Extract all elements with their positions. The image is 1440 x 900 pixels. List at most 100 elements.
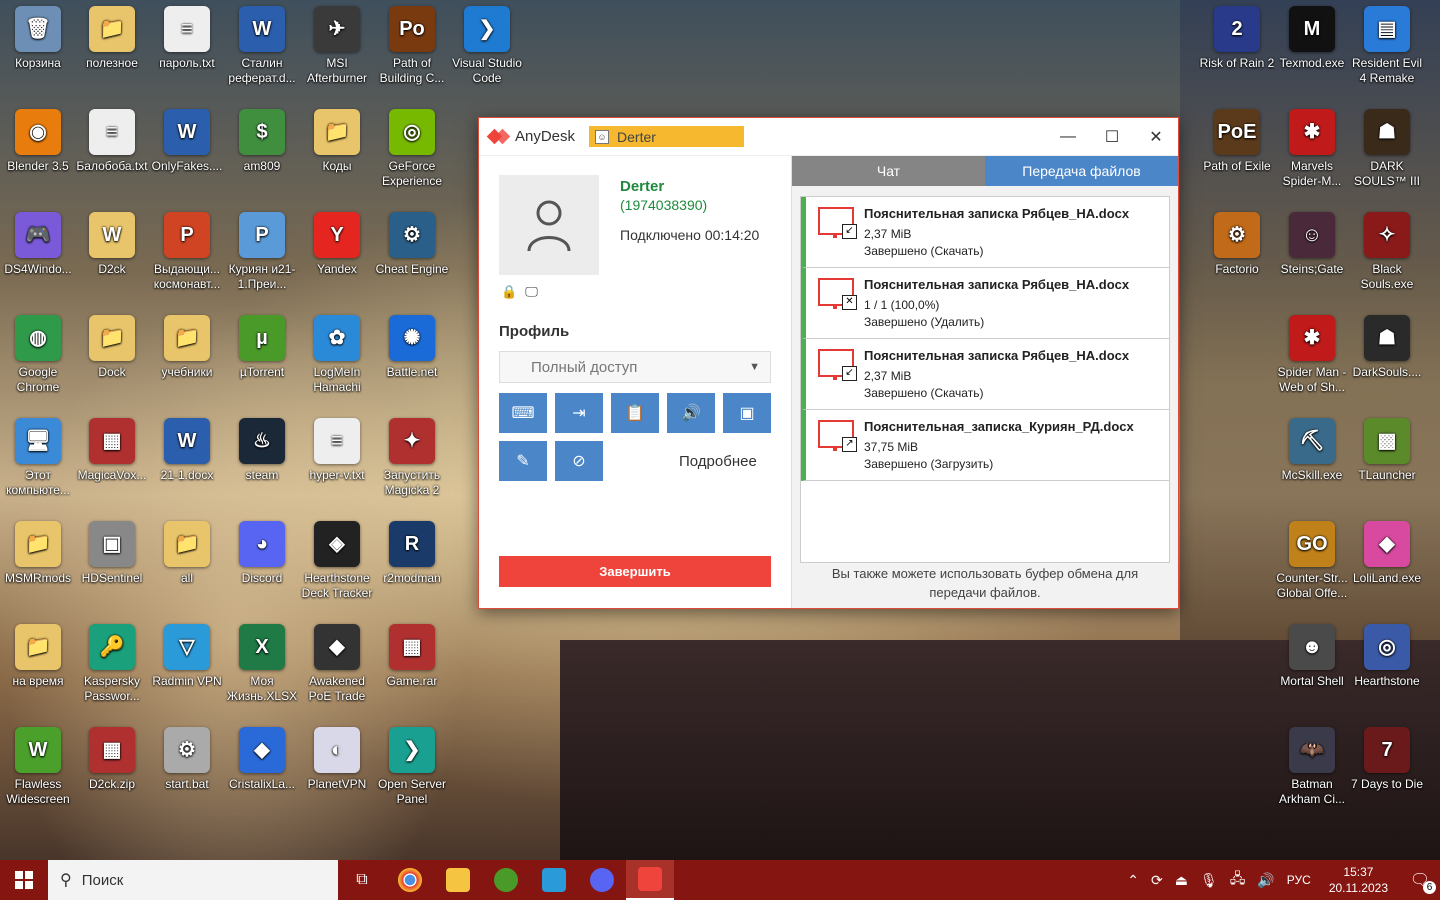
desktop-icon[interactable]: 🖥 Этот компьюте...	[0, 412, 76, 512]
language-indicator[interactable]: РУС	[1287, 873, 1311, 887]
desktop-icon[interactable]: ☗ DARK SOULS™ III	[1349, 103, 1425, 203]
file-transfer-item[interactable]: ✕ Пояснительная записка Рябцев_НА.docx 1 /…	[801, 268, 1169, 339]
desktop-icon[interactable]: 7 7 Days to Die	[1349, 721, 1425, 821]
desktop-icon[interactable]: ⚙ Cheat Engine	[374, 206, 450, 306]
minimize-button[interactable]: —	[1046, 118, 1090, 155]
desktop-icon[interactable]: P Выдающи... космонавт...	[149, 206, 225, 306]
keyboard-button[interactable]: ⌨	[499, 393, 547, 433]
desktop-icon[interactable]: 🦇 Batman Arkham Ci...	[1274, 721, 1350, 821]
desktop-icon[interactable]: ✿ LogMeIn Hamachi	[299, 309, 375, 409]
desktop-icon[interactable]: Rr2modman	[374, 515, 450, 615]
clock[interactable]: 15:37 20.11.2023	[1329, 864, 1388, 896]
desktop-icon[interactable]: ❯ Open Server Panel	[374, 721, 450, 821]
file-status[interactable]: Завершено (Скачать)	[864, 386, 983, 400]
desktop-icon[interactable]: 📁 all	[149, 515, 225, 615]
task-view-button[interactable]: ⧉	[338, 860, 386, 900]
desktop-icon[interactable]: ✧ Black Souls.exe	[1349, 206, 1425, 306]
desktop-icon[interactable]: GO Counter-Str... Global Offe...	[1274, 515, 1350, 615]
volume-icon[interactable]: 🔊	[1257, 872, 1274, 889]
maximize-button[interactable]: ☐	[1090, 118, 1134, 155]
desktop-icon[interactable]: Y Yandex	[299, 206, 375, 306]
chevron-up-icon[interactable]: ⌃	[1127, 872, 1139, 889]
desktop-icon[interactable]: µ µTorrent	[224, 309, 300, 409]
desktop-icon[interactable]: ✺ Battle.net	[374, 309, 450, 409]
desktop-icon[interactable]: ♨ steam	[224, 412, 300, 512]
desktop-icon[interactable]: 📁 полезное	[74, 0, 150, 100]
block-input-button[interactable]: ⊘	[555, 441, 603, 481]
desktop-icon[interactable]: ❯ Visual Studio Code	[449, 0, 525, 100]
taskbar-discord[interactable]	[578, 860, 626, 900]
search-box[interactable]: ⚲ Поиск	[48, 860, 338, 900]
desktop-icon[interactable]: ⚙ Factorio	[1199, 206, 1275, 306]
desktop-icon[interactable]: PoE Path of Exile	[1199, 103, 1275, 203]
desktop-icon[interactable]: ◍ Google Chrome	[0, 309, 76, 409]
more-link[interactable]: Подробнее	[679, 453, 757, 470]
desktop-icon[interactable]: 🎮 DS4Windo...	[0, 206, 76, 306]
desktop-icon[interactable]: ≡ hyper-v.txt	[299, 412, 375, 512]
desktop-icon[interactable]: 2 Risk of Rain 2	[1199, 0, 1275, 100]
desktop-icon[interactable]: P Куриян и21-1.Преи...	[224, 206, 300, 306]
desktop-icon[interactable]: M Texmod.exe	[1274, 0, 1350, 100]
clipboard-button[interactable]: 📋	[611, 393, 659, 433]
file-status[interactable]: Завершено (Удалить)	[864, 315, 984, 329]
desktop-icon[interactable]: 📁 Dock	[74, 309, 150, 409]
screen-button[interactable]: ▣	[723, 393, 771, 433]
desktop-icon[interactable]: ▩ TLauncher	[1349, 412, 1425, 512]
tab-file-transfer[interactable]: Передача файлов	[985, 156, 1178, 186]
desktop-icon[interactable]: ✦ Запустить Magicka 2	[374, 412, 450, 512]
sound-button[interactable]: 🔊	[667, 393, 715, 433]
desktop-icon[interactable]: ⛏ McSkill.exe	[1274, 412, 1350, 512]
desktop-icon[interactable]: ◆ Awakened PoE Trade	[299, 618, 375, 718]
end-session-button[interactable]: Завершить	[499, 556, 771, 587]
file-transfer-item[interactable]: ↙ Пояснительная записка Рябцев_НА.docx 2,3…	[801, 339, 1169, 410]
desktop-icon[interactable]: ▣ HDSentinel	[74, 515, 150, 615]
desktop-icon[interactable]: X Моя Жизнь.XLSX	[224, 618, 300, 718]
desktop-icon[interactable]: W 21-1.docx	[149, 412, 225, 512]
desktop-icon[interactable]: ☗ DarkSouls....	[1349, 309, 1425, 409]
notifications-button[interactable]: 🗨 6	[1400, 870, 1440, 894]
desktop-icon[interactable]: 📁 Коды	[299, 103, 375, 203]
taskbar-anydesk[interactable]	[626, 860, 674, 900]
desktop-icon[interactable]: ◉ Blender 3.5	[0, 103, 76, 203]
desktop-icon[interactable]: ✈ MSI Afterburner	[299, 0, 375, 100]
desktop-icon[interactable]: W D2ck	[74, 206, 150, 306]
desktop-icon[interactable]: ◐ PlanetVPN	[299, 721, 375, 821]
desktop-icon[interactable]: W OnlyFakes....	[149, 103, 225, 203]
desktop-icon[interactable]: ◈ Hearthstone Deck Tracker	[299, 515, 375, 615]
draw-button[interactable]: ✎	[499, 441, 547, 481]
desktop-icon[interactable]: ◕ Discord	[224, 515, 300, 615]
file-status[interactable]: Завершено (Скачать)	[864, 244, 983, 258]
desktop-icon[interactable]: 📁 MSMRmods	[0, 515, 76, 615]
desktop-icon[interactable]: ≡ пароль.txt	[149, 0, 225, 100]
taskbar-utorrent[interactable]	[482, 860, 530, 900]
desktop-icon[interactable]: ◆ LoliLand.exe	[1349, 515, 1425, 615]
desktop-icon[interactable]: ◎ Hearthstone	[1349, 618, 1425, 718]
desktop-icon[interactable]: ◆ CristalixLa...	[224, 721, 300, 821]
desktop-icon[interactable]: ◎ GeForce Experience	[374, 103, 450, 203]
tab-chat[interactable]: Чат	[792, 156, 985, 186]
desktop-icon[interactable]: ▤ Resident Evil 4 Remake	[1349, 0, 1425, 100]
file-status[interactable]: Завершено (Загрузить)	[864, 457, 993, 471]
desktop-icon[interactable]: ✱ Spider Man - Web of Sh...	[1274, 309, 1350, 409]
desktop-icon[interactable]: $ am809	[224, 103, 300, 203]
desktop-icon[interactable]: ≡ Балобоба.txt	[74, 103, 150, 203]
usb-icon[interactable]: ⏏	[1175, 872, 1188, 889]
desktop-icon[interactable]: ✱ Marvels Spider-M...	[1274, 103, 1350, 203]
desktop-icon[interactable]: 🗑 Корзина	[0, 0, 76, 100]
desktop-icon[interactable]: 🔑 Kaspersky Passwor...	[74, 618, 150, 718]
close-button[interactable]: ✕	[1134, 118, 1178, 155]
desktop-icon[interactable]: Po Path of Building C...	[374, 0, 450, 100]
file-transfer-item[interactable]: ↗ Пояснительная_записка_Куриян_РД.docx 37,…	[801, 410, 1169, 481]
desktop-icon[interactable]: ▽ Radmin VPN	[149, 618, 225, 718]
desktop-icon[interactable]: ☻ Mortal Shell	[1274, 618, 1350, 718]
desktop-icon[interactable]: 📁 на время	[0, 618, 76, 718]
desktop-icon[interactable]: ☺ Steins;Gate	[1274, 206, 1350, 306]
desktop-icon[interactable]: ▦ D2ck.zip	[74, 721, 150, 821]
start-button[interactable]	[0, 860, 48, 900]
desktop-icon[interactable]: W Сталин реферат.d...	[224, 0, 300, 100]
file-transfer-button[interactable]: ⇥	[555, 393, 603, 433]
desktop-icon[interactable]: ▦ MagicaVox...	[74, 412, 150, 512]
profile-select[interactable]: Полный доступ ▼	[499, 351, 771, 383]
desktop-icon[interactable]: ▦ Game.rar	[374, 618, 450, 718]
desktop-icon[interactable]: W Flawless Widescreen	[0, 721, 76, 821]
